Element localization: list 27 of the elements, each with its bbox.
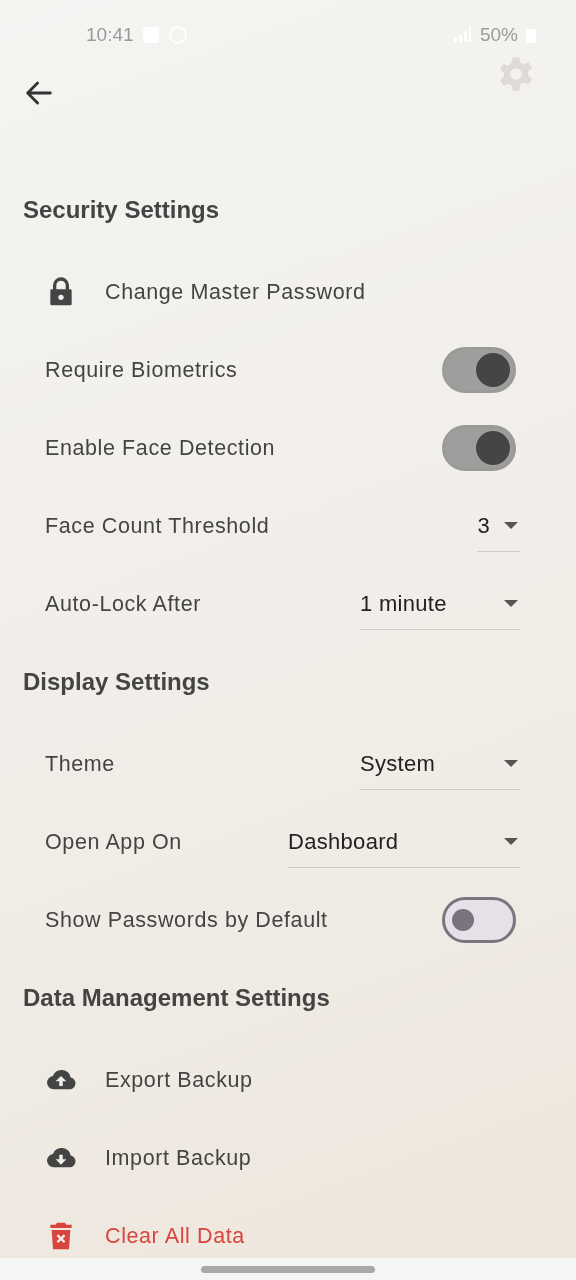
status-time: 10:41 [86,24,134,46]
settings-action[interactable]: Import Backup [45,1142,252,1174]
setting-label: Enable Face Detection [45,435,277,461]
dropdown[interactable]: Dashboard [288,828,520,868]
section-heading: Display Settings [22,667,211,697]
caret-icon [504,521,518,530]
dropdown[interactable]: System [360,750,520,790]
dropdown[interactable]: 1 minute [360,590,520,630]
setting-label: Require Biometrics [45,357,239,383]
setting-label: Auto-Lock After [45,591,202,617]
dropdown[interactable]: 3 [477,512,520,552]
section-heading: Security Settings [22,195,221,225]
setting-label: Theme [45,751,116,777]
settings-action[interactable]: Change Master Password [45,276,366,308]
caret-icon [504,599,518,608]
toggle-switch[interactable] [442,347,516,393]
setting-label: Open App On [45,829,183,855]
toggle-switch[interactable] [442,897,516,943]
settings-action[interactable]: Export Backup [45,1064,253,1096]
setting-label: Face Count Threshold [45,513,271,539]
clear-data-button[interactable]: Clear All Data [45,1220,245,1252]
battery-level: 50% [479,24,518,46]
caret-icon [504,837,518,846]
setting-label: Show Passwords by Default [45,907,329,933]
section-heading: Data Management Settings [22,983,331,1013]
caret-icon [504,759,518,768]
toggle-switch[interactable] [442,425,516,471]
